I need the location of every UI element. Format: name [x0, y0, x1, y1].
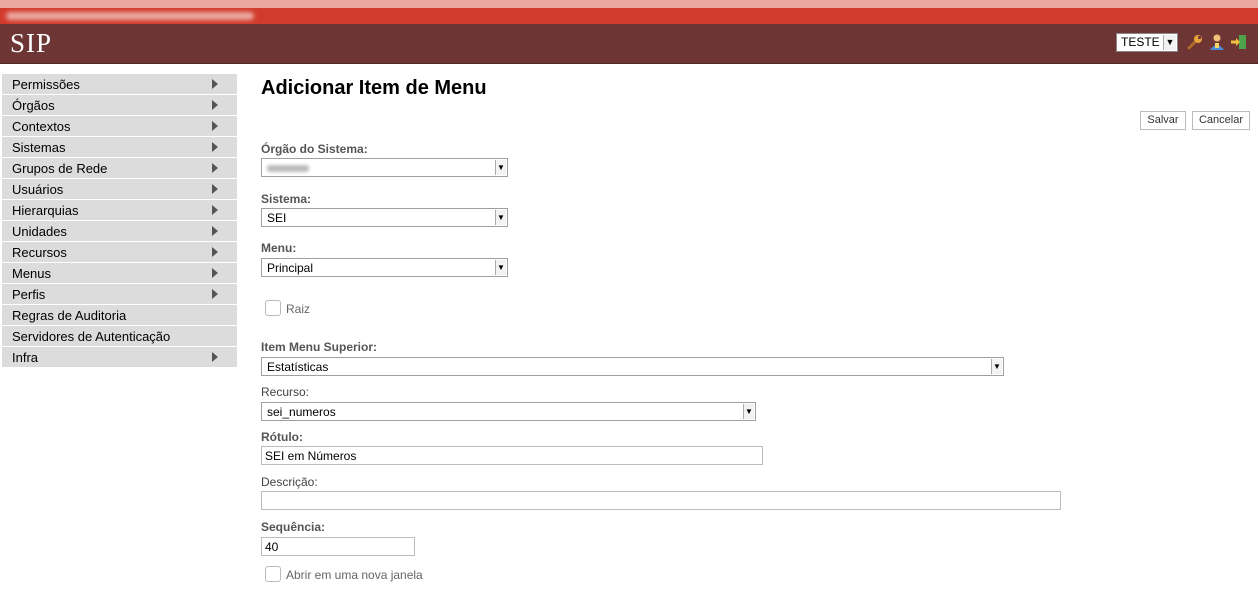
chevron-right-icon [212, 163, 218, 173]
sidebar-item-menus[interactable]: Menus [2, 263, 237, 283]
exit-icon[interactable] [1230, 33, 1248, 51]
chevron-right-icon [212, 121, 218, 131]
sistema-label: Sistema: [261, 192, 312, 206]
item-superior-label: Item Menu Superior: [261, 340, 378, 354]
chevron-down-icon: ▼ [495, 260, 506, 275]
rotulo-label: Rótulo: [261, 430, 303, 444]
sidebar-item-perfis[interactable]: Perfis [2, 284, 237, 304]
raiz-label: Raiz [286, 302, 311, 316]
chevron-right-icon [212, 79, 218, 89]
app-header: SIP TESTE ▼ [0, 24, 1258, 64]
descricao-input[interactable] [261, 491, 1061, 510]
sidebar-item-label: Hierarquias [12, 203, 79, 218]
descricao-label: Descrição: [261, 475, 318, 489]
sidebar-item-label: Órgãos [12, 98, 55, 113]
sidebar-item-label: Regras de Auditoria [12, 308, 127, 323]
sequencia-label: Sequência: [261, 520, 326, 534]
sidebar-item-label: Recursos [12, 245, 67, 260]
sidebar-item-infra[interactable]: Infra [2, 347, 237, 367]
app-logo[interactable]: SIP [10, 28, 52, 59]
rotulo-input[interactable]: SEI em Números [261, 446, 763, 465]
sidebar-item-label: Menus [12, 266, 52, 281]
sidebar-item-orgaos[interactable]: Órgãos [2, 95, 237, 115]
unit-select-value: TESTE [1121, 35, 1160, 49]
cancel-button[interactable]: Cancelar [1192, 111, 1250, 130]
sidebar-item-label: Permissões [12, 77, 80, 92]
sidebar-item-permissoes[interactable]: Permissões [2, 74, 237, 94]
sidebar-item-servidores-de-autenticacao[interactable]: Servidores de Autenticação [2, 326, 237, 346]
sidebar-item-label: Contextos [12, 119, 71, 134]
chevron-down-icon: ▼ [743, 404, 754, 419]
orgao-select[interactable]: ▼ [261, 158, 508, 177]
sistema-select[interactable]: SEI ▼ [261, 208, 508, 227]
menu-select-value: Principal [267, 261, 314, 275]
chevron-down-icon: ▼ [495, 160, 506, 175]
chevron-right-icon [212, 352, 218, 362]
redacted-orgao-value [267, 165, 309, 172]
item-superior-select-value: Estatísticas [267, 360, 329, 374]
sidebar-item-label: Servidores de Autenticação [12, 329, 171, 344]
chevron-down-icon: ▼ [495, 210, 506, 225]
sequencia-input[interactable]: 40 [261, 537, 415, 556]
chevron-right-icon [212, 100, 218, 110]
sidebar-item-recursos[interactable]: Recursos [2, 242, 237, 262]
menu-label: Menu: [261, 241, 297, 255]
sidebar-item-label: Perfis [12, 287, 46, 302]
sistema-select-value: SEI [267, 211, 287, 225]
sidebar-item-regras-de-auditoria[interactable]: Regras de Auditoria [2, 305, 237, 325]
save-button[interactable]: Salvar [1140, 111, 1186, 130]
sidebar-item-label: Grupos de Rede [12, 161, 108, 176]
recurso-select-value: sei_numeros [267, 405, 336, 419]
sidebar-item-sistemas[interactable]: Sistemas [2, 137, 237, 157]
item-superior-select[interactable]: Estatísticas ▼ [261, 357, 1004, 376]
sidebar-item-hierarquias[interactable]: Hierarquias [2, 200, 237, 220]
sidebar-item-label: Infra [12, 350, 39, 365]
user-icon[interactable] [1208, 33, 1226, 51]
chevron-right-icon [212, 247, 218, 257]
menu-select[interactable]: Principal ▼ [261, 258, 508, 277]
unit-select[interactable]: TESTE ▼ [1116, 33, 1178, 52]
sidebar-menu: Permissões Órgãos Contextos Sistemas Gru… [2, 74, 237, 368]
sidebar-item-label: Sistemas [12, 140, 66, 155]
sidebar-item-grupos-de-rede[interactable]: Grupos de Rede [2, 158, 237, 178]
sidebar-item-label: Usuários [12, 182, 64, 197]
chevron-right-icon [212, 184, 218, 194]
raiz-checkbox[interactable] [265, 300, 281, 316]
chevron-down-icon: ▼ [1163, 35, 1176, 50]
redacted-system-name [6, 12, 254, 20]
nova-janela-label: Abrir em uma nova janela [286, 568, 423, 582]
chevron-right-icon [212, 226, 218, 236]
nova-janela-checkbox[interactable] [265, 566, 281, 582]
sidebar-item-usuarios[interactable]: Usuários [2, 179, 237, 199]
orgao-label: Órgão do Sistema: [261, 142, 368, 156]
chevron-right-icon [212, 142, 218, 152]
recurso-label: Recurso: [261, 385, 310, 399]
chevron-right-icon [212, 289, 218, 299]
sidebar-item-contextos[interactable]: Contextos [2, 116, 237, 136]
wrench-icon[interactable] [1186, 33, 1204, 51]
chevron-down-icon: ▼ [991, 359, 1002, 374]
sidebar-item-label: Unidades [12, 224, 67, 239]
sidebar-item-unidades[interactable]: Unidades [2, 221, 237, 241]
recurso-select[interactable]: sei_numeros ▼ [261, 402, 756, 421]
chevron-right-icon [212, 205, 218, 215]
top-strip [0, 0, 1258, 8]
page-title: Adicionar Item de Menu [261, 77, 487, 99]
chevron-right-icon [212, 268, 218, 278]
